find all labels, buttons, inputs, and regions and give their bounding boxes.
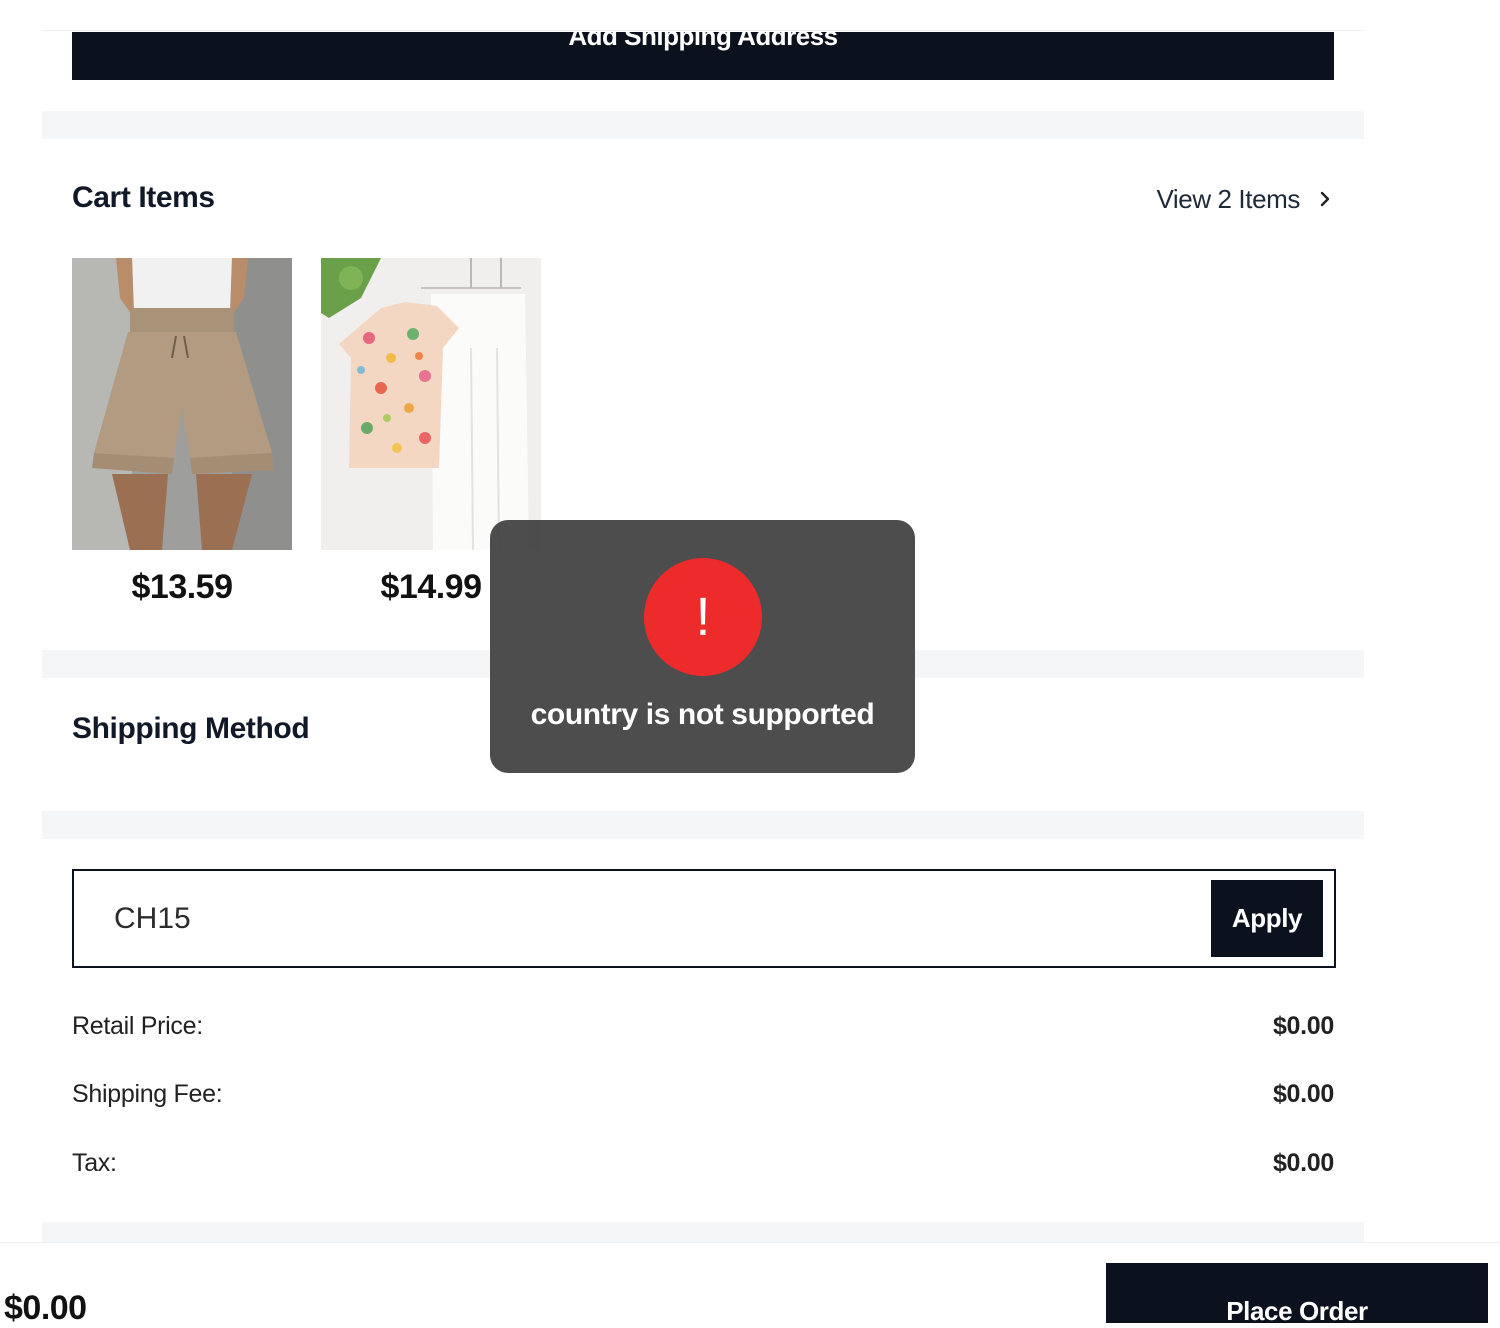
summary-row-shipping-fee: Shipping Fee: $0.00: [72, 1076, 1334, 1112]
view-items-label: View 2 Items: [1156, 183, 1300, 214]
summary-row-retail-price: Retail Price: $0.00: [72, 1008, 1334, 1044]
section-divider: [42, 811, 1364, 839]
section-divider: [42, 111, 1364, 139]
top-divider: [42, 30, 1364, 31]
product-image-shorts[interactable]: [72, 258, 292, 550]
place-order-button[interactable]: Place Order: [1106, 1263, 1488, 1326]
section-divider: [42, 1222, 1364, 1242]
shipping-method-title: Shipping Method: [72, 712, 310, 745]
add-shipping-address-label: Add Shipping Address: [568, 32, 838, 51]
coupon-code-input[interactable]: [114, 897, 1194, 941]
product-image-floral-set[interactable]: [321, 258, 541, 550]
summary-label: Tax:: [72, 1148, 117, 1177]
apply-coupon-button[interactable]: Apply: [1211, 880, 1323, 957]
toast-message: country is not supported: [530, 698, 875, 731]
view-items-link[interactable]: View 2 Items: [1156, 183, 1334, 215]
add-shipping-address-button[interactable]: Add Shipping Address: [72, 32, 1334, 80]
cart-items-title: Cart Items: [72, 181, 215, 214]
cart-item[interactable]: $13.59: [72, 258, 292, 607]
summary-value: $0.00: [1272, 1148, 1334, 1177]
coupon-field-container: Apply: [72, 869, 1336, 968]
summary-value: $0.00: [1272, 1079, 1334, 1108]
summary-label: Retail Price:: [72, 1011, 203, 1040]
footer-total: $0.00: [4, 1289, 87, 1327]
summary-row-tax: Tax: $0.00: [72, 1145, 1334, 1181]
exclamation-icon: !: [644, 558, 762, 676]
cart-item-price: $13.59: [131, 568, 234, 606]
summary-value: $0.00: [1272, 1011, 1334, 1040]
checkout-footer: $0.00 Place Order: [0, 1242, 1500, 1327]
summary-label: Shipping Fee:: [72, 1079, 223, 1108]
error-toast: ! country is not supported: [490, 520, 915, 773]
chevron-right-icon: [1320, 191, 1330, 207]
